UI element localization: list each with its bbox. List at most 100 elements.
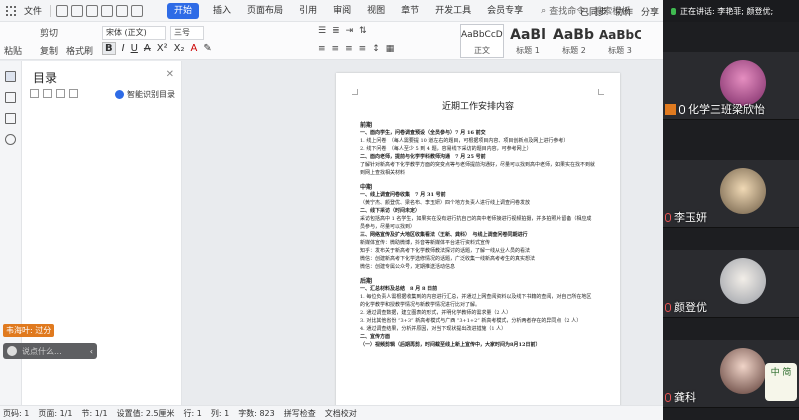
bold-button[interactable]: B (102, 42, 116, 55)
underline-button[interactable]: U (131, 43, 138, 54)
app-grid-icon[interactable] (0, 0, 22, 22)
align-left-icon[interactable]: ≡ (318, 44, 326, 54)
line-spacing-icon[interactable]: ↕ (372, 44, 380, 54)
sync-status[interactable]: 已同步 (580, 5, 607, 18)
tab-developer[interactable]: 开发工具 (427, 0, 479, 22)
style-heading-1[interactable]: AaBl 标题 1 (506, 24, 550, 58)
bookmark-icon[interactable] (5, 113, 16, 124)
mic-icon (679, 104, 685, 114)
format-painter-button[interactable]: 格式刷 (66, 44, 93, 57)
tab-section[interactable]: 章节 (393, 0, 427, 22)
emoji-icon[interactable] (7, 346, 17, 356)
meeting-panel: 正在讲话: 李艳菲; 颜登优; 化学三班梁欣怡 李玉妍 颜登优 龚科 中 简 (663, 0, 799, 420)
style-heading-3[interactable]: AaBbC 标题 3 (598, 24, 642, 58)
avatar (720, 60, 766, 106)
subscript-button[interactable]: X₂ (174, 43, 185, 54)
proofread-button[interactable]: 文档校对 (325, 408, 357, 419)
chat-input[interactable]: 说点什么... ‹ (3, 343, 97, 359)
ribbon-toolbar: 粘贴 剪切 复制 格式刷 宋体 (正文) 三号 B I U A X² X₂ A … (0, 22, 663, 60)
tab-start[interactable]: 开始 (167, 2, 200, 19)
tab-view[interactable]: 视图 (359, 0, 393, 22)
status-word-count[interactable]: 字数: 823 (238, 408, 275, 419)
file-menu[interactable]: 文件 (22, 4, 44, 17)
add-icon[interactable] (56, 89, 65, 98)
chat-message: 韦海叶: 过分 (3, 324, 55, 337)
paste-button[interactable]: 粘贴 (4, 44, 22, 57)
chapter-nav-icon[interactable] (5, 92, 16, 103)
font-name-select[interactable]: 宋体 (正文) (102, 26, 166, 40)
strike-button[interactable]: A (144, 43, 151, 54)
collaborate-button[interactable]: 协作 (615, 5, 633, 18)
search-icon: ⌕ (541, 5, 547, 16)
tab-review[interactable]: 审阅 (325, 0, 359, 22)
justify-icon[interactable]: ≡ (359, 44, 367, 54)
avatar (720, 258, 766, 304)
font-size-select[interactable]: 三号 (170, 26, 204, 40)
style-gallery: AaBbCcDd 正文 AaBl 标题 1 AaBb( 标题 2 AaBbC 标… (460, 24, 642, 58)
export-pdf-icon[interactable] (71, 4, 84, 17)
spell-check-button[interactable]: 拼写检查 (284, 408, 316, 419)
font-color-button[interactable]: A (190, 43, 197, 54)
print-preview-icon[interactable] (101, 4, 114, 17)
input-method-badge[interactable]: 中 简 (765, 363, 797, 401)
tab-insert[interactable]: 插入 (205, 0, 239, 22)
align-buttons: ≡ ≡ ≡ ≡ ↕ ▦ (318, 44, 394, 54)
copy-button[interactable]: 复制 (40, 44, 58, 57)
expand-icon[interactable] (43, 89, 52, 98)
collapse-icon[interactable] (30, 89, 39, 98)
redo-icon[interactable] (131, 4, 144, 17)
quick-access-toolbar (48, 4, 144, 17)
tab-member[interactable]: 会员专享 (479, 0, 531, 22)
mic-muted-icon (665, 392, 671, 402)
shading-icon[interactable]: ▦ (386, 44, 395, 54)
style-heading-2[interactable]: AaBb( 标题 2 (552, 24, 596, 58)
print-icon[interactable] (86, 4, 99, 17)
bullet-list-icon[interactable]: ☰ (318, 26, 326, 36)
style-normal[interactable]: AaBbCcDd 正文 (460, 24, 504, 58)
indent-icon[interactable]: ⇥ (346, 26, 354, 36)
participant-tile[interactable]: 颜登优 (663, 250, 799, 318)
italic-button[interactable]: I (122, 43, 125, 54)
status-row: 行: 1 (183, 408, 202, 418)
toc-panel-icon[interactable] (5, 71, 16, 82)
status-section: 节: 1/1 (81, 408, 108, 418)
status-page-number: 页码: 1 (3, 408, 30, 418)
number-list-icon[interactable]: ≣ (332, 26, 340, 36)
format-buttons: B I U A X² X₂ A ✎ (102, 42, 212, 55)
status-bar: 页码: 1 页面: 1/1 节: 1/1 设置值: 2.5厘米 行: 1 列: … (0, 405, 663, 420)
participant-tile[interactable]: 龚科 中 简 (663, 340, 799, 408)
host-icon (665, 103, 676, 115)
align-right-icon[interactable]: ≡ (345, 44, 353, 54)
section-heading: 后期 (360, 278, 373, 285)
participant-tile[interactable]: 李玉妍 (663, 160, 799, 228)
save-icon[interactable] (56, 4, 69, 17)
speaking-indicator: 正在讲话: 李艳菲; 颜登优; (663, 0, 799, 22)
mic-muted-icon (665, 302, 671, 312)
document-title: 近期工作安排内容 (441, 102, 514, 112)
speaking-icon (671, 7, 676, 15)
document-area[interactable]: 近期工作安排内容 前期 一、面向学生，问卷调查预设（全员参与）7 月 16 前交… (182, 61, 663, 405)
document-page[interactable]: 近期工作安排内容 前期 一、面向学生，问卷调查预设（全员参与）7 月 16 前交… (336, 73, 620, 405)
find-icon[interactable] (5, 134, 16, 145)
mic-muted-icon (665, 212, 671, 222)
participant-tile[interactable]: 化学三班梁欣怡 (663, 52, 799, 120)
superscript-button[interactable]: X² (157, 43, 168, 54)
tab-references[interactable]: 引用 (291, 0, 325, 22)
remove-icon[interactable] (69, 89, 78, 98)
share-button[interactable]: 分享 (641, 5, 659, 18)
smart-toc-button[interactable]: 智能识别目录 (115, 89, 175, 100)
section-heading: 前期 (360, 122, 373, 129)
toc-title: 目录 (33, 71, 58, 85)
undo-icon[interactable] (116, 4, 129, 17)
align-center-icon[interactable]: ≡ (332, 44, 340, 54)
status-setting: 设置值: 2.5厘米 (116, 408, 175, 418)
cut-button[interactable]: 剪切 (40, 26, 58, 39)
close-icon[interactable]: ✕ (166, 69, 174, 80)
smart-toc-icon (115, 90, 124, 99)
chevron-left-icon[interactable]: ‹ (90, 347, 93, 356)
status-pages: 页面: 1/1 (38, 408, 73, 418)
tab-page-layout[interactable]: 页面布局 (239, 0, 291, 22)
highlight-button[interactable]: ✎ (203, 43, 211, 54)
sort-icon[interactable]: ⇅ (359, 26, 367, 36)
toc-controls (30, 89, 78, 98)
